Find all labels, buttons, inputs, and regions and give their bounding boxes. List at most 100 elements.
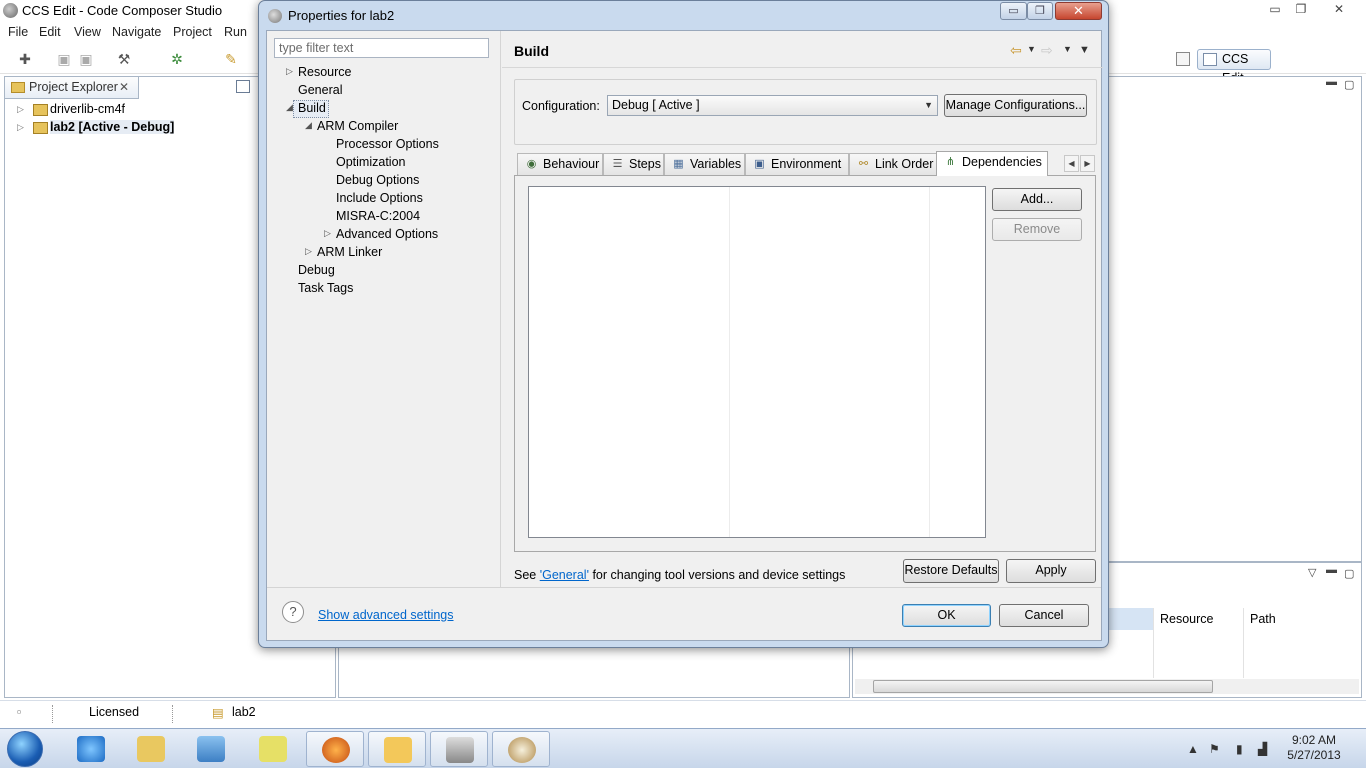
expand-icon[interactable]: ▷ <box>305 246 312 257</box>
tree-item-misra[interactable]: MISRA-C:2004 <box>336 209 420 223</box>
tree-item-arm-compiler[interactable]: ◢ ARM Compiler <box>305 119 398 133</box>
manage-configurations-button[interactable]: Manage Configurations... <box>944 94 1087 117</box>
tab-variables[interactable]: ▦ Variables <box>664 153 745 175</box>
horizontal-scrollbar[interactable] <box>855 679 1359 694</box>
tree-item-optimization[interactable]: Optimization <box>336 155 405 169</box>
tab-behaviour[interactable]: ◉ Behaviour <box>517 153 603 175</box>
taskbar-outlook[interactable] <box>368 731 426 767</box>
help-icon[interactable]: ? <box>282 601 304 623</box>
dependencies-list[interactable] <box>528 186 986 538</box>
pane-divider[interactable] <box>500 31 502 587</box>
taskbar-media-player[interactable] <box>182 731 240 767</box>
project-explorer-tab[interactable]: Project Explorer ✕ <box>5 77 139 99</box>
tree-item-debug-options[interactable]: Debug Options <box>336 173 419 187</box>
fast-view-icon[interactable]: ▫ <box>17 705 21 719</box>
tab-scroll-left-icon[interactable]: ◀ <box>1064 155 1079 172</box>
taskbar-paint[interactable] <box>492 731 550 767</box>
collapse-icon[interactable]: ◢ <box>286 102 293 113</box>
dialog-close-button[interactable]: ✕ <box>1055 2 1102 20</box>
column-header-path[interactable]: Path <box>1250 612 1276 626</box>
taskbar-clock[interactable]: 9:02 AM 5/27/2013 <box>1286 733 1342 763</box>
tree-item-advanced-options[interactable]: ▷ Advanced Options <box>324 227 438 241</box>
action-center-icon[interactable]: ⚑ <box>1209 742 1220 756</box>
tab-dependencies[interactable]: ⋔ Dependencies <box>936 151 1048 176</box>
paint-icon <box>508 737 536 763</box>
app-maximize-button[interactable]: ❐ <box>1288 1 1314 18</box>
tab-environment[interactable]: ▣ Environment <box>745 153 849 175</box>
filter-input[interactable] <box>274 38 489 58</box>
debug-icon[interactable]: ✲ <box>168 51 186 67</box>
menu-file[interactable]: File <box>8 25 28 39</box>
new-icon[interactable]: ✚ <box>16 51 34 67</box>
minimize-icon[interactable]: ▬ <box>1326 564 1337 576</box>
column-header-resource[interactable]: Resource <box>1160 612 1214 626</box>
app-minimize-button[interactable]: ▭ <box>1262 1 1288 18</box>
menu-edit[interactable]: Edit <box>39 25 61 39</box>
tree-item-build[interactable]: ◢ Build <box>286 101 326 115</box>
minimize-icon[interactable]: ▬ <box>1326 76 1337 88</box>
maximize-icon[interactable]: ▢ <box>1344 78 1354 91</box>
close-icon[interactable]: ✕ <box>119 77 129 98</box>
dialog-minimize-button[interactable]: ▭ <box>1000 2 1027 20</box>
maximize-icon[interactable]: ▢ <box>1344 567 1354 580</box>
taskbar-firefox[interactable] <box>306 731 364 767</box>
add-dependency-button[interactable]: Add... <box>992 188 1082 211</box>
flash-icon[interactable]: ✎ <box>222 51 240 67</box>
build-icon[interactable]: ⚒ <box>115 51 133 67</box>
expand-icon[interactable]: ▷ <box>286 66 293 77</box>
view-menu-icon[interactable]: ▼ <box>1079 44 1090 56</box>
chevron-down-icon[interactable]: ▼ <box>1063 44 1072 54</box>
general-link[interactable]: 'General' <box>540 568 589 582</box>
collapse-icon[interactable]: ◢ <box>305 120 312 131</box>
tab-link-order[interactable]: ⚯ Link Order <box>849 153 937 175</box>
button-bar-separator <box>267 587 1101 588</box>
menu-view[interactable]: View <box>74 25 101 39</box>
dialog-icon <box>268 9 282 23</box>
open-perspective-icon[interactable] <box>1176 52 1190 66</box>
taskbar-sticky-notes[interactable] <box>244 731 302 767</box>
tree-item-arm-linker[interactable]: ▷ ARM Linker <box>305 245 382 259</box>
tree-item-task-tags[interactable]: Task Tags <box>298 281 353 295</box>
cancel-button[interactable]: Cancel <box>999 604 1089 627</box>
column-divider <box>929 187 930 537</box>
menu-run[interactable]: Run <box>224 25 247 39</box>
save-all-icon[interactable]: ▣ <box>77 51 95 67</box>
menu-navigate[interactable]: Navigate <box>112 25 161 39</box>
app-close-button[interactable]: ✕ <box>1326 1 1352 18</box>
forward-arrow-icon[interactable]: ⇨ <box>1041 42 1053 59</box>
taskbar-ccs[interactable] <box>430 731 488 767</box>
ok-button[interactable]: OK <box>902 604 991 627</box>
configuration-select[interactable]: Debug [ Active ] ▼ <box>607 95 938 116</box>
tree-item-processor-options[interactable]: Processor Options <box>336 137 439 151</box>
network-icon[interactable]: ▟ <box>1258 742 1267 756</box>
battery-icon[interactable]: ▮ <box>1236 742 1243 756</box>
tab-scroll-right-icon[interactable]: ▶ <box>1080 155 1095 172</box>
tree-item-include-options[interactable]: Include Options <box>336 191 423 205</box>
tray-expand-icon[interactable]: ▲ <box>1187 742 1199 756</box>
restore-defaults-button[interactable]: Restore Defaults <box>903 559 999 583</box>
expand-icon[interactable]: ▷ <box>324 228 331 239</box>
start-button[interactable] <box>7 731 43 767</box>
tab-steps[interactable]: ☰ Steps <box>603 153 664 175</box>
scrollbar-thumb[interactable] <box>873 680 1213 693</box>
back-arrow-icon[interactable]: ⇦ <box>1010 42 1022 59</box>
project-item-driverlib[interactable]: ▷ driverlib-cm4f <box>17 102 125 116</box>
perspective-ccs-edit-button[interactable]: CCS Edit <box>1197 49 1271 85</box>
apply-button[interactable]: Apply <box>1006 559 1096 583</box>
tree-item-general[interactable]: General <box>298 83 342 97</box>
view-menu-icon[interactable]: ▽ <box>1308 566 1316 579</box>
project-item-lab2[interactable]: ▷ lab2 [Active - Debug] <box>17 120 175 134</box>
tree-item-debug[interactable]: Debug <box>298 263 335 277</box>
taskbar-ie[interactable] <box>62 731 120 767</box>
taskbar-explorer[interactable] <box>122 731 180 767</box>
save-icon[interactable]: ▣ <box>55 51 73 67</box>
expand-icon[interactable]: ▷ <box>17 104 24 115</box>
menu-project[interactable]: Project <box>173 25 212 39</box>
minimize-view-icon[interactable] <box>236 80 250 93</box>
show-advanced-settings-link[interactable]: Show advanced settings <box>318 608 454 622</box>
dialog-maximize-button[interactable]: ❐ <box>1027 2 1053 20</box>
remove-dependency-button[interactable]: Remove <box>992 218 1082 241</box>
tree-item-resource[interactable]: ▷ Resource <box>286 65 352 79</box>
expand-icon[interactable]: ▷ <box>17 122 24 133</box>
chevron-down-icon[interactable]: ▼ <box>1027 44 1036 54</box>
